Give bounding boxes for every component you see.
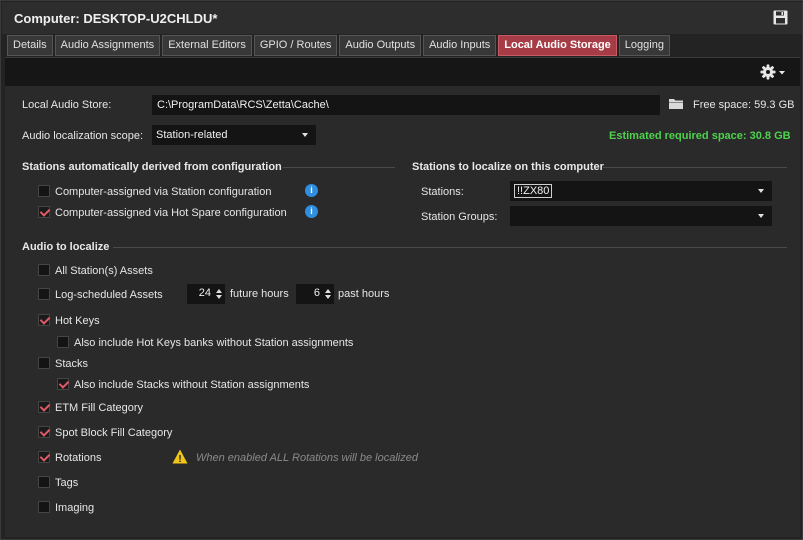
log-scheduled-label: Log-scheduled Assets [55, 289, 163, 301]
local-audio-store-label: Local Audio Store: [22, 99, 112, 111]
tab-logging[interactable]: Logging [618, 35, 670, 56]
local-audio-store-input[interactable]: C:\ProgramData\RCS\Zetta\Cache\ [152, 95, 660, 115]
tags-checkbox[interactable] [38, 476, 50, 488]
stacks-label: Stacks [55, 358, 89, 370]
past-hours-value: 6 [313, 287, 320, 299]
tab-audio-inputs[interactable]: Audio Inputs [423, 35, 497, 56]
derived-section-title: Stations automatically derived from conf… [22, 161, 282, 173]
chevron-down-icon[interactable] [216, 295, 222, 299]
localize-on-section-title: Stations to localize on this computer [412, 161, 604, 173]
future-hours-stepper[interactable]: 24 [187, 284, 225, 304]
rotations-warning-text: When enabled ALL Rotations will be local… [196, 452, 418, 464]
gear-icon[interactable] [760, 63, 786, 81]
tab-external-editors[interactable]: External Editors [162, 35, 252, 56]
save-icon[interactable] [773, 10, 788, 25]
tab-bar: Details Audio Assignments External Edito… [7, 35, 672, 57]
hot-keys-banks-checkbox[interactable] [57, 336, 69, 348]
section-divider [283, 167, 395, 168]
imaging-label: Imaging [55, 502, 95, 514]
spot-block-label: Spot Block Fill Category [55, 427, 173, 439]
window-frame: Computer: DESKTOP-U2CHLDU* Details Audio… [0, 0, 803, 540]
warning-glyph: ! [178, 454, 181, 464]
tab-gpio-routes[interactable]: GPIO / Routes [253, 35, 338, 56]
chevron-down-icon [302, 133, 308, 137]
stations-label: Stations: [421, 186, 464, 198]
station-config-checkbox[interactable] [38, 185, 50, 197]
station-groups-label: Station Groups: [421, 211, 498, 223]
window-title: Computer: DESKTOP-U2CHLDU* [14, 11, 218, 26]
hot-keys-checkbox[interactable] [38, 314, 50, 326]
tab-audio-outputs[interactable]: Audio Outputs [339, 35, 422, 56]
tab-audio-assignments[interactable]: Audio Assignments [54, 35, 161, 56]
future-hours-value: 24 [198, 287, 211, 299]
chevron-up-icon[interactable] [216, 289, 222, 293]
section-divider [113, 247, 787, 248]
hot-keys-banks-label: Also include Hot Keys banks without Stat… [74, 337, 354, 349]
localization-scope-select[interactable]: Station-related [152, 125, 316, 145]
rotations-label: Rotations [55, 452, 102, 464]
localization-scope-label: Audio localization scope: [22, 130, 144, 142]
estimated-space-text: Estimated required space: 30.8 GB [609, 130, 791, 142]
station-config-label: Computer-assigned via Station configurat… [55, 186, 272, 198]
chevron-down-icon[interactable] [325, 295, 331, 299]
hot-spare-config-checkbox[interactable] [38, 206, 50, 218]
info-icon[interactable]: i [305, 205, 318, 218]
localization-scope-value: Station-related [156, 129, 228, 141]
stations-select[interactable]: !!ZX80 [510, 181, 772, 201]
etm-fill-checkbox[interactable] [38, 401, 50, 413]
past-hours-stepper[interactable]: 6 [296, 284, 334, 304]
section-divider [603, 167, 787, 168]
tab-local-audio-storage[interactable]: Local Audio Storage [498, 35, 617, 56]
audio-section-title: Audio to localize [22, 241, 110, 253]
etm-fill-label: ETM Fill Category [55, 402, 144, 414]
stacks-checkbox[interactable] [38, 357, 50, 369]
all-assets-label: All Station(s) Assets [55, 265, 153, 277]
imaging-checkbox[interactable] [38, 501, 50, 513]
local-audio-storage-panel: Local Audio Store: C:\ProgramData\RCS\Ze… [5, 57, 800, 537]
future-hours-label: future hours [230, 288, 289, 300]
station-tag[interactable]: !!ZX80 [514, 184, 553, 198]
tags-label: Tags [55, 477, 79, 489]
station-groups-select[interactable] [510, 206, 772, 226]
rotations-checkbox[interactable] [38, 451, 50, 463]
chevron-down-icon [758, 189, 764, 193]
info-icon[interactable]: i [305, 184, 318, 197]
hot-spare-config-label: Computer-assigned via Hot Spare configur… [55, 207, 287, 219]
free-space-text: Free space: 59.3 GB [693, 99, 795, 111]
hot-keys-label: Hot Keys [55, 315, 100, 327]
past-hours-label: past hours [338, 288, 390, 300]
folder-icon[interactable] [669, 98, 683, 109]
spot-block-checkbox[interactable] [38, 426, 50, 438]
tab-details[interactable]: Details [7, 35, 53, 56]
log-scheduled-checkbox[interactable] [38, 288, 50, 300]
title-bar: Computer: DESKTOP-U2CHLDU* [2, 2, 802, 34]
all-assets-checkbox[interactable] [38, 264, 50, 276]
stacks-without-station-checkbox[interactable] [57, 378, 69, 390]
stacks-without-station-label: Also include Stacks without Station assi… [74, 379, 310, 391]
warning-icon: ! [172, 449, 188, 464]
chevron-down-icon [758, 214, 764, 218]
panel-toolbar [5, 58, 800, 86]
chevron-up-icon[interactable] [325, 289, 331, 293]
